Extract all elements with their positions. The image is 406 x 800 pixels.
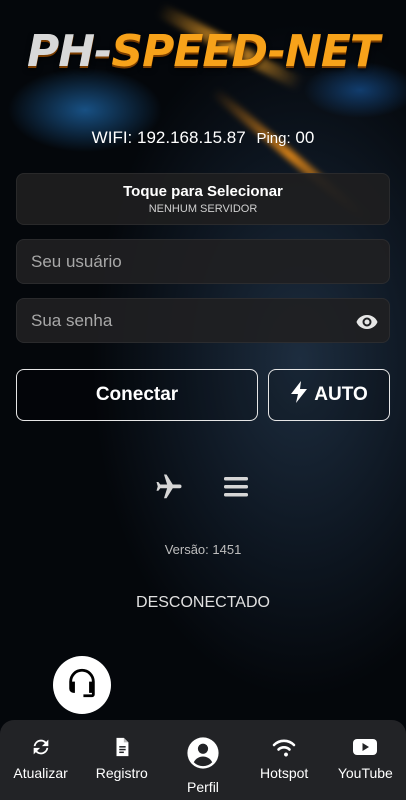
user-icon bbox=[186, 736, 220, 777]
bolt-icon bbox=[290, 381, 308, 409]
app-version: Versão: 1451 bbox=[164, 542, 242, 557]
nav-item-hotspot[interactable]: Hotspot bbox=[244, 720, 324, 781]
ping-label: Ping: bbox=[256, 130, 291, 147]
password-input[interactable] bbox=[31, 310, 331, 331]
network-status-line: WIFI: 192.168.15.87 Ping: 00 bbox=[0, 128, 406, 148]
nav-label: Registro bbox=[95, 765, 148, 781]
nav-label: YouTube bbox=[337, 765, 393, 781]
menu-icon[interactable] bbox=[222, 474, 250, 505]
youtube-icon bbox=[352, 736, 378, 765]
wifi-address: WIFI: 192.168.15.87 bbox=[91, 128, 246, 147]
app-logo: PH-SPEED-NET bbox=[27, 26, 380, 77]
nav-label: Perfil bbox=[187, 779, 219, 795]
wifi-icon bbox=[271, 736, 297, 765]
server-selector-title: Toque para Selecionar bbox=[123, 183, 283, 200]
nav-item-atualizar[interactable]: Atualizar bbox=[1, 720, 81, 781]
nav-label: Hotspot bbox=[260, 765, 309, 781]
nav-label: Atualizar bbox=[13, 765, 68, 781]
username-field[interactable] bbox=[16, 239, 390, 284]
nav-item-perfil[interactable]: Perfil bbox=[163, 720, 243, 795]
connection-status: DESCONECTADO bbox=[136, 594, 270, 611]
username-input[interactable] bbox=[31, 251, 331, 272]
airplane-icon[interactable] bbox=[152, 472, 186, 507]
server-selector-subtitle: NENHUM SERVIDOR bbox=[148, 203, 258, 215]
nav-item-youtube[interactable]: YouTube bbox=[325, 720, 405, 781]
password-field[interactable] bbox=[16, 298, 390, 343]
connect-button[interactable]: Conectar bbox=[16, 369, 258, 421]
nav-item-registro[interactable]: Registro bbox=[82, 720, 162, 781]
support-button[interactable] bbox=[53, 656, 111, 714]
server-selector[interactable]: Toque para Selecionar NENHUM SERVIDOR bbox=[16, 173, 390, 225]
connect-button-label: Conectar bbox=[95, 384, 179, 405]
refresh-icon bbox=[30, 736, 52, 765]
auto-connect-button[interactable]: AUTO bbox=[268, 369, 390, 421]
document-icon bbox=[111, 736, 133, 765]
bottom-navigation: Atualizar Registro Perfil Hotspot YouTub… bbox=[0, 720, 406, 800]
ping-value: 00 bbox=[295, 128, 315, 147]
auto-button-label: AUTO bbox=[314, 384, 368, 405]
eye-icon[interactable] bbox=[355, 310, 379, 339]
headset-icon bbox=[65, 666, 99, 705]
